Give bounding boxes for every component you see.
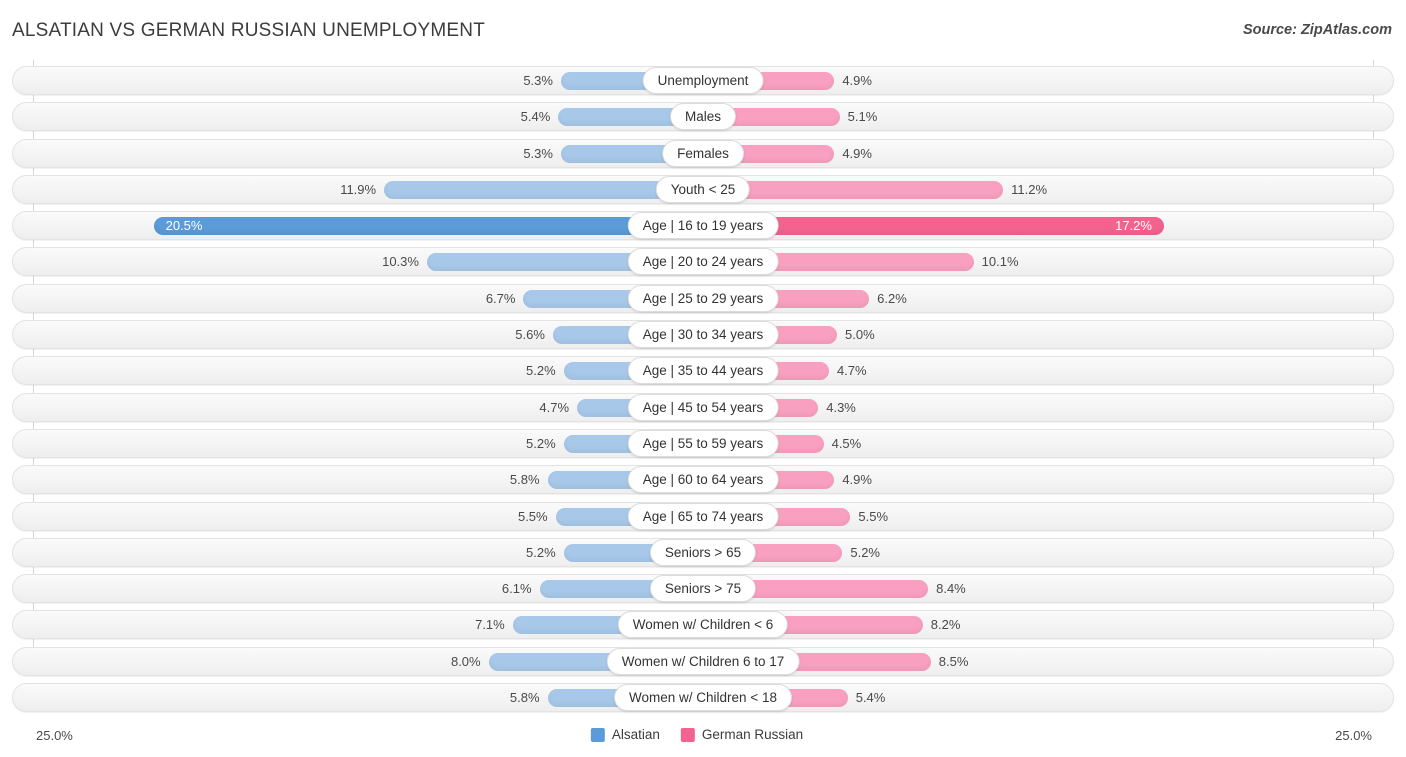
- category-label: Seniors > 65: [649, 538, 757, 566]
- category-label: Age | 45 to 54 years: [627, 393, 779, 421]
- axis-max-right: 25.0%: [1335, 728, 1372, 743]
- value-label-left: 5.8%: [509, 472, 540, 488]
- value-label-left: 5.8%: [509, 690, 540, 706]
- bar-row: 5.4% 5.1% Males: [0, 99, 1406, 135]
- value-label-left: 8.0%: [450, 653, 481, 669]
- category-label: Age | 30 to 34 years: [627, 321, 779, 349]
- value-label-left: 11.9%: [340, 181, 377, 197]
- value-label-right: 11.2%: [1011, 181, 1048, 197]
- bar-row: 6.1% 8.4% Seniors > 75: [0, 571, 1406, 607]
- bar-row: 5.3% 4.9% Females: [0, 136, 1406, 172]
- bar-row: 10.3% 10.1% Age | 20 to 24 years: [0, 244, 1406, 280]
- category-label: Age | 60 to 64 years: [627, 466, 779, 494]
- value-label-right: 4.5%: [831, 435, 862, 451]
- value-label-left: 7.1%: [475, 617, 505, 633]
- value-label-right: 10.1%: [981, 254, 1019, 270]
- value-label-left: 10.3%: [382, 254, 419, 270]
- value-label-left: 5.2%: [526, 544, 556, 560]
- category-label: Seniors > 75: [649, 575, 757, 603]
- value-label-left: 5.4%: [520, 109, 551, 125]
- bar-row: 5.5% 5.5% Age | 65 to 74 years: [0, 499, 1406, 535]
- value-label-right: 5.0%: [845, 327, 875, 343]
- value-label-right: 4.9%: [842, 145, 872, 161]
- value-label-left: 5.2%: [526, 363, 556, 379]
- bar-row: 5.2% 5.2% Seniors > 65: [0, 535, 1406, 571]
- legend-swatch-icon: [680, 727, 695, 742]
- value-label-left: 5.3%: [523, 145, 553, 161]
- category-label: Age | 16 to 19 years: [627, 212, 779, 240]
- bar-row: 8.0% 8.5% Women w/ Children 6 to 17: [0, 644, 1406, 680]
- bar-row: 7.1% 8.2% Women w/ Children < 6: [0, 607, 1406, 643]
- legend-label: Alsatian: [611, 727, 660, 742]
- chart-plot-area: 5.3% 4.9% Unemployment 5.4% 5.1% Males 5.3% 4.9…: [0, 60, 1406, 718]
- value-label-left: 5.6%: [515, 327, 545, 343]
- bar-rows: 5.3% 4.9% Unemployment 5.4% 5.1% Males 5.3% 4.9…: [0, 63, 1406, 716]
- value-label-right: 5.5%: [858, 508, 889, 524]
- category-label: Age | 20 to 24 years: [627, 248, 779, 276]
- value-label-left: 5.5%: [517, 508, 548, 524]
- category-label: Youth < 25: [655, 175, 751, 203]
- chart-header: ALSATIAN VS GERMAN RUSSIAN UNEMPLOYMENT …: [0, 0, 1406, 56]
- bar-row: 5.8% 5.4% Women w/ Children < 18: [0, 680, 1406, 716]
- source-note: Source: ZipAtlas.com: [1242, 22, 1392, 38]
- value-label-left: 5.3%: [523, 73, 553, 88]
- category-label: Unemployment: [642, 67, 764, 94]
- bar-row: 11.9% 11.2% Youth < 25: [0, 172, 1406, 208]
- value-label-right: 5.4%: [855, 690, 886, 706]
- value-label-left: 6.7%: [485, 290, 516, 306]
- category-label: Women w/ Children 6 to 17: [606, 647, 800, 675]
- legend-swatch-icon: [590, 727, 605, 742]
- value-label-right: 8.2%: [930, 617, 961, 633]
- value-label-left: 4.7%: [539, 399, 570, 415]
- legend-item[interactable]: German Russian: [680, 727, 804, 742]
- category-label: Males: [669, 103, 737, 131]
- value-label-right: 8.5%: [938, 653, 969, 669]
- legend-item[interactable]: Alsatian: [590, 727, 660, 742]
- bar-row: 20.5%17.2%Age | 16 to 19 years: [0, 208, 1406, 244]
- bar-row: 5.3% 4.9% Unemployment: [0, 63, 1406, 99]
- category-label: Age | 55 to 59 years: [627, 429, 779, 457]
- value-label-right: 4.3%: [826, 399, 856, 415]
- category-label: Women w/ Children < 18: [614, 684, 792, 712]
- value-label-right: 17.2%: [1115, 218, 1152, 234]
- category-label: Females: [662, 139, 744, 167]
- bar-row: 4.7% 4.3% Age | 45 to 54 years: [0, 390, 1406, 426]
- category-label: Women w/ Children < 6: [617, 611, 789, 639]
- value-label-right: 4.9%: [842, 472, 872, 488]
- bar-row: 6.7% 6.2% Age | 25 to 29 years: [0, 281, 1406, 317]
- bar-row: 5.8% 4.9% Age | 60 to 64 years: [0, 462, 1406, 498]
- bar-row: 5.2% 4.7% Age | 35 to 44 years: [0, 353, 1406, 389]
- value-label-right: 8.4%: [936, 581, 966, 597]
- category-label: Age | 65 to 74 years: [627, 502, 779, 530]
- value-label-right: 6.2%: [877, 290, 907, 306]
- category-label: Age | 35 to 44 years: [627, 357, 779, 385]
- value-label-left: 5.2%: [526, 435, 556, 451]
- value-label-right: 5.2%: [850, 544, 880, 560]
- value-label-right: 4.7%: [836, 363, 867, 379]
- value-label-right: 4.9%: [842, 73, 872, 88]
- legend-label: German Russian: [701, 727, 804, 742]
- chart-legend: Alsatian German Russian: [590, 727, 815, 742]
- bar-row: 5.2% 4.5% Age | 55 to 59 years: [0, 426, 1406, 462]
- category-label: Age | 25 to 29 years: [627, 284, 779, 312]
- value-label-left: 6.1%: [501, 581, 532, 597]
- chart-footer: 25.0% 25.0% Alsatian German Russian: [0, 717, 1406, 757]
- axis-max-left: 25.0%: [36, 728, 73, 743]
- value-label-right: 5.1%: [847, 109, 878, 125]
- page-title: ALSATIAN VS GERMAN RUSSIAN UNEMPLOYMENT: [12, 20, 486, 41]
- bar-row: 5.6% 5.0% Age | 30 to 34 years: [0, 317, 1406, 353]
